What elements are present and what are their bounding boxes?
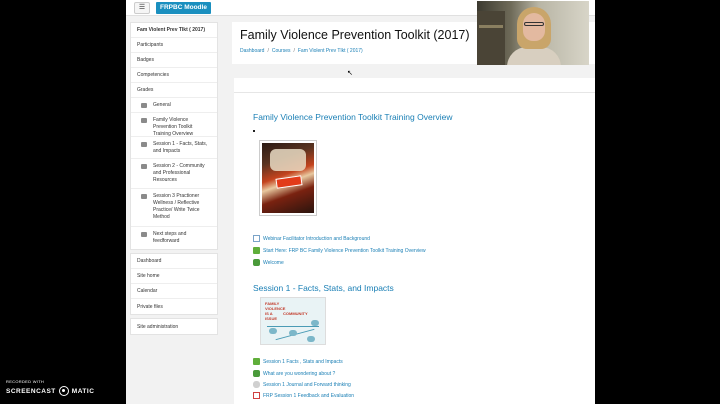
resource-link[interactable]: Start Here: FRP BC Family Violence Preve…: [253, 247, 426, 254]
label-shape: [275, 175, 303, 189]
overview-image: [259, 140, 317, 216]
breadcrumb-courses[interactable]: Courses: [272, 48, 291, 54]
screencast-watermark: RECORDED WITH SCREENCAST MATIC: [6, 379, 94, 396]
image-blob: [269, 328, 277, 334]
nav-drawer: Fam Violent Prev Tlkt ( 2017) Participan…: [130, 22, 218, 338]
folder-icon: [141, 142, 147, 147]
nav-section-next-steps[interactable]: Next steps and feedforward: [131, 227, 217, 249]
forum-icon: [253, 370, 260, 377]
breadcrumb-separator: /: [267, 48, 269, 54]
jar-shape: [270, 149, 306, 171]
section-title-session1[interactable]: Session 1 - Facts, Stats, and Impacts: [253, 283, 394, 293]
breadcrumb: Dashboard / Courses / Fam Violent Prev Tlkt …: [240, 48, 363, 54]
journal-icon: [253, 381, 260, 388]
nav-section-label: Session 2 - Community and Professional R…: [153, 163, 205, 183]
resource-link[interactable]: Webinar Facilitator Introduction and Bac…: [253, 235, 370, 242]
bookshelf-shape: [477, 11, 505, 65]
pdf-icon: [253, 392, 260, 399]
divider: [234, 92, 595, 93]
section-title-overview[interactable]: Family Violence Prevention Toolkit Train…: [253, 112, 453, 122]
nav-item-site-home[interactable]: Site home: [131, 269, 217, 284]
image-blob: [307, 336, 315, 342]
resource-label: Start Here: FRP BC Family Violence Preve…: [263, 247, 426, 254]
resource-label: Session 1 Facts , Stats and Impacts: [263, 358, 343, 365]
bullet: [253, 130, 255, 132]
green-book-icon: [253, 247, 260, 254]
folder-icon: [141, 103, 147, 108]
resource-label: Session 1 Journal and Forward thinking: [263, 381, 351, 388]
resource-label: FRP Session 1 Feedback and Evaluation: [263, 392, 355, 399]
hamburger-icon: ☰: [138, 4, 146, 11]
green-book-icon: [253, 358, 260, 365]
admin-nav-block: Site administration: [130, 318, 218, 335]
nav-section-label: Family Violence Prevention Toolkit Train…: [153, 117, 194, 137]
course-nav-block: Fam Violent Prev Tlkt ( 2017) Participan…: [130, 22, 218, 250]
session1-image: FAMILY VIOLENCE IS A COMMUNITY ISSUE: [260, 297, 326, 345]
nav-item-badges[interactable]: Badges: [131, 53, 217, 68]
presenter-body-shape: [507, 47, 561, 65]
shelf-board-shape: [479, 25, 503, 28]
folder-icon: [141, 232, 147, 237]
image-text: COMMUNITY: [283, 311, 308, 316]
breadcrumb-separator: /: [293, 48, 295, 54]
image-text: ISSUE: [265, 316, 278, 321]
nav-section-label: Session 3 Practioner Wellness / Reflecti…: [153, 193, 200, 220]
resource-link[interactable]: FRP Session 1 Feedback and Evaluation: [253, 392, 354, 399]
resource-link[interactable]: Session 1 Facts , Stats and Impacts: [253, 358, 343, 365]
page-title: Family Violence Prevention Toolkit (2017…: [240, 28, 470, 42]
site-brand-link[interactable]: FRPBC Moodle: [156, 2, 211, 14]
resource-link[interactable]: Welcome: [253, 259, 284, 266]
watermark-brand-right: MATIC: [71, 387, 95, 395]
screencast-logo-icon: [58, 386, 69, 396]
resource-label: Webinar Facilitator Introduction and Bac…: [263, 235, 370, 242]
mouse-cursor-icon: ↖: [347, 70, 353, 77]
breadcrumb-dashboard[interactable]: Dashboard: [240, 48, 264, 54]
nav-item-calendar[interactable]: Calendar: [131, 284, 217, 299]
course-content: Family Violence Prevention Toolkit Train…: [234, 78, 595, 404]
nav-item-course[interactable]: Fam Violent Prev Tlkt ( 2017): [131, 23, 217, 38]
site-nav-block: Dashboard Site home Calendar Private fil…: [130, 253, 218, 315]
nav-section-overview[interactable]: Family Violence Prevention Toolkit Train…: [131, 113, 217, 137]
screen: ☰ FRPBC Moodle Fam Violent Prev Tlkt ( 2…: [0, 0, 720, 404]
nav-section-label: General: [153, 102, 171, 108]
nav-section-session2[interactable]: Session 2 - Community and Professional R…: [131, 159, 217, 189]
nav-item-competencies[interactable]: Competencies: [131, 68, 217, 83]
folder-icon: [141, 164, 147, 169]
image-blob: [311, 320, 319, 326]
nav-section-label: Session 1 - Facts, Stats, and Impacts: [153, 141, 208, 154]
nav-section-session1[interactable]: Session 1 - Facts, Stats, and Impacts: [131, 137, 217, 159]
nav-item-participants[interactable]: Participants: [131, 38, 217, 53]
watermark-brand-left: SCREENCAST: [6, 387, 56, 395]
nav-item-private-files[interactable]: Private files: [131, 299, 217, 314]
nav-section-label: Next steps and feedforward: [153, 231, 187, 244]
nav-item-dashboard[interactable]: Dashboard: [131, 254, 217, 269]
resource-link[interactable]: What are you wondering about ?: [253, 370, 335, 377]
watermark-brand: SCREENCAST MATIC: [6, 386, 94, 396]
breadcrumb-course[interactable]: Fam Violent Prev Tlkt ( 2017): [298, 48, 363, 54]
webcam-overlay: [477, 1, 589, 65]
resource-label: Welcome: [263, 259, 284, 266]
resource-link[interactable]: Session 1 Journal and Forward thinking: [253, 381, 351, 388]
nav-section-session3[interactable]: Session 3 Practioner Wellness / Reflecti…: [131, 189, 217, 227]
glasses-shape: [524, 22, 544, 26]
watermark-caption: RECORDED WITH: [6, 379, 45, 384]
hamburger-menu-button[interactable]: ☰: [134, 2, 150, 14]
image-line: [267, 326, 319, 327]
forum-icon: [253, 259, 260, 266]
folder-icon: [141, 118, 147, 123]
presenter-face-shape: [523, 13, 545, 41]
resource-label: What are you wondering about ?: [263, 370, 336, 377]
image-blob: [289, 330, 297, 336]
nav-item-site-administration[interactable]: Site administration: [131, 319, 217, 334]
nav-item-grades[interactable]: Grades: [131, 83, 217, 98]
folder-icon: [141, 194, 147, 199]
nav-section-general[interactable]: General: [131, 98, 217, 113]
page-icon: [253, 235, 260, 242]
